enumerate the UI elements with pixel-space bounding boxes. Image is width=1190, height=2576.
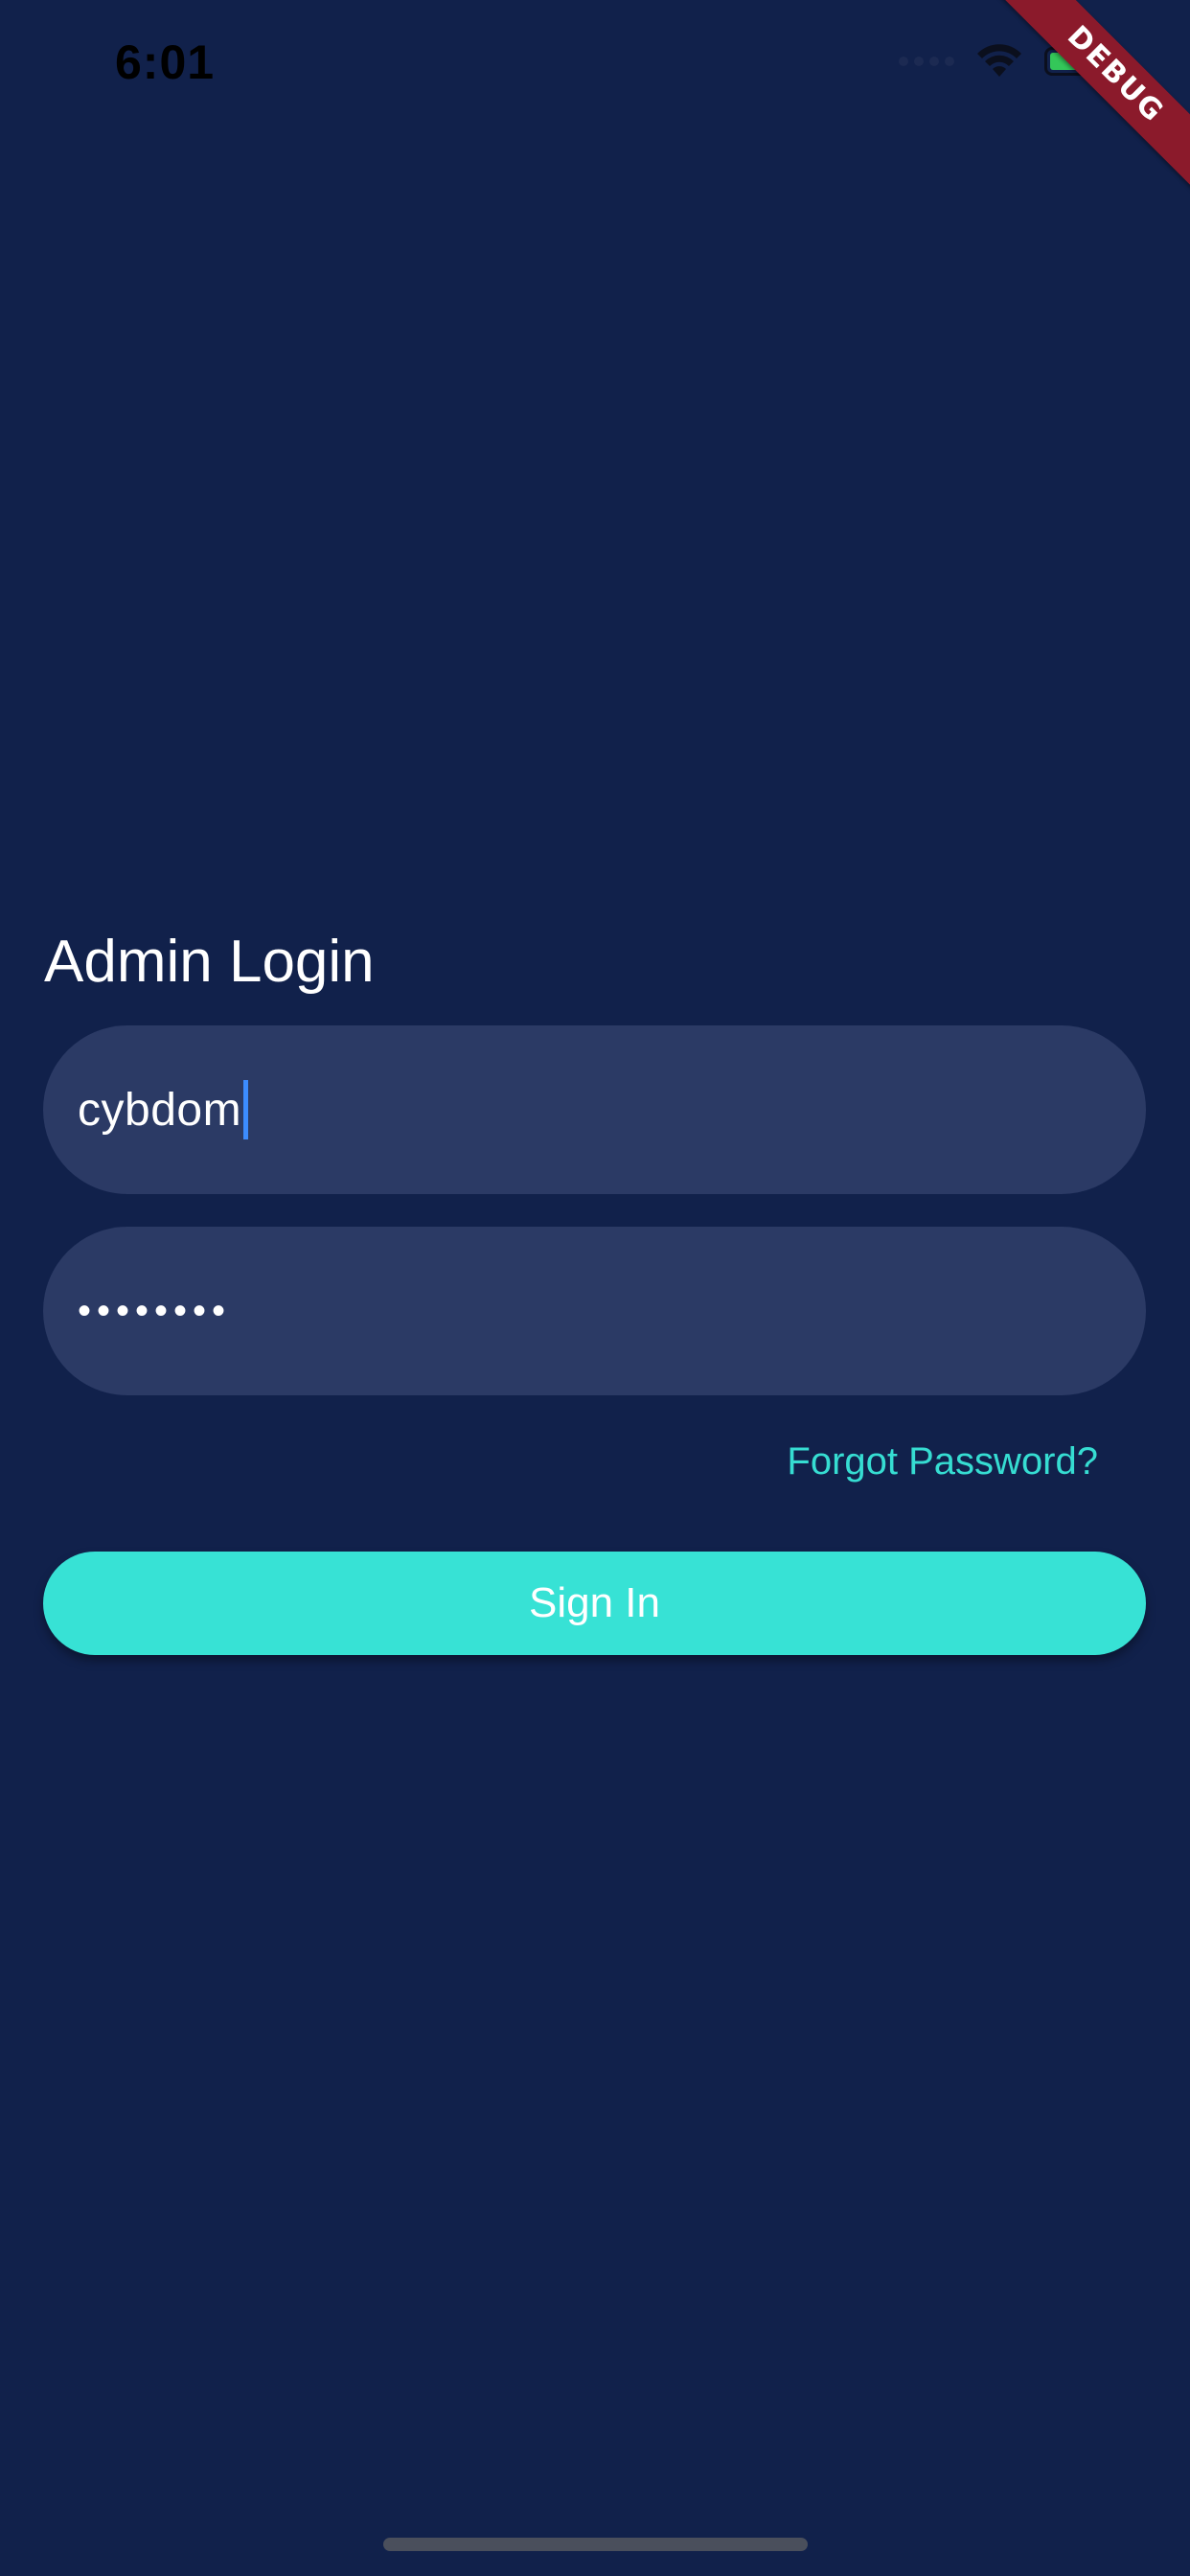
password-field[interactable]: ••••••••: [43, 1227, 1146, 1395]
sign-in-button[interactable]: Sign In: [43, 1552, 1146, 1655]
status-bar: 6:01: [0, 0, 1190, 134]
password-value: ••••••••: [78, 1289, 232, 1332]
page-title: Admin Login: [44, 929, 375, 995]
username-field[interactable]: cybdom: [43, 1025, 1146, 1194]
home-indicator[interactable]: [383, 2538, 808, 2551]
wifi-icon: [975, 44, 1023, 79]
status-time: 6:01: [115, 35, 216, 89]
battery-charging-icon: [1044, 47, 1104, 76]
username-value: cybdom: [78, 1084, 242, 1136]
text-cursor: [243, 1080, 249, 1139]
status-icons: [899, 44, 1104, 79]
forgot-password-link[interactable]: Forgot Password?: [787, 1440, 1098, 1484]
signal-icon: [899, 57, 954, 66]
